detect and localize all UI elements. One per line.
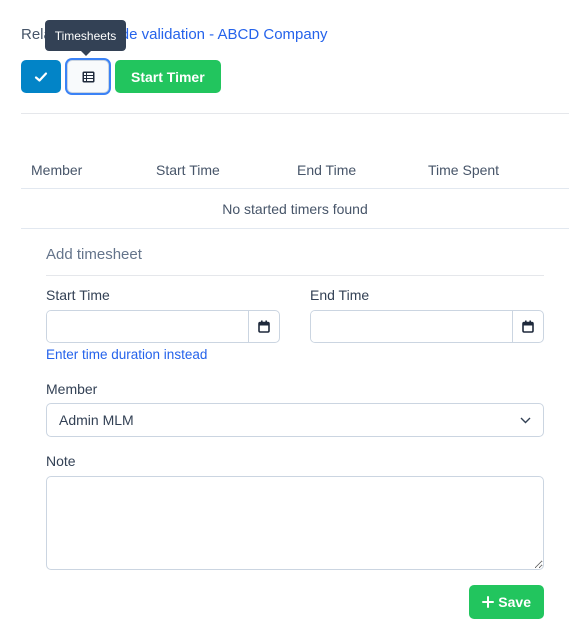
note-textarea[interactable] — [46, 476, 544, 570]
column-header-time-spent: Time Spent — [428, 162, 500, 178]
note-label: Note — [46, 453, 76, 469]
calendar-icon — [522, 320, 534, 333]
timer-toolbar: Start Timer — [21, 60, 221, 93]
divider — [21, 113, 569, 114]
member-label: Member — [46, 381, 98, 397]
mark-complete-button[interactable] — [21, 60, 61, 93]
timesheets-tooltip: Timesheets — [45, 20, 126, 56]
enter-duration-link[interactable]: Enter time duration instead — [46, 347, 280, 362]
timers-table: Member Start Time End Time Time Spent No… — [21, 152, 569, 229]
end-time-input[interactable] — [311, 311, 512, 342]
start-time-input[interactable] — [47, 311, 248, 342]
end-time-label: End Time — [310, 287, 370, 303]
start-time-picker-button[interactable] — [248, 311, 279, 342]
calendar-icon — [258, 320, 270, 333]
table-list-icon — [82, 71, 94, 82]
column-header-member: Member — [31, 162, 83, 178]
plus-icon — [482, 596, 495, 608]
column-header-start-time: Start Time — [156, 162, 220, 178]
column-header-end-time: End Time — [297, 162, 357, 178]
save-label: Save — [498, 594, 531, 610]
start-time-label: Start Time — [46, 287, 110, 303]
timesheets-button[interactable] — [67, 60, 109, 93]
save-button[interactable]: Save — [469, 585, 544, 619]
end-time-picker-button[interactable] — [512, 311, 543, 342]
table-header: Member Start Time End Time Time Spent — [21, 152, 569, 189]
member-select[interactable]: Admin MLM — [46, 403, 544, 437]
empty-message: No started timers found — [21, 189, 569, 229]
member-selected-value: Admin MLM — [59, 412, 134, 428]
start-timer-button[interactable]: Start Timer — [115, 60, 221, 93]
check-icon — [34, 71, 48, 82]
form-title: Add timesheet — [46, 240, 544, 276]
end-time-group — [310, 310, 544, 343]
start-time-group — [46, 310, 280, 343]
add-timesheet-form: Add timesheet Start Time Enter time dura… — [46, 240, 544, 619]
chevron-down-icon — [520, 417, 531, 423]
